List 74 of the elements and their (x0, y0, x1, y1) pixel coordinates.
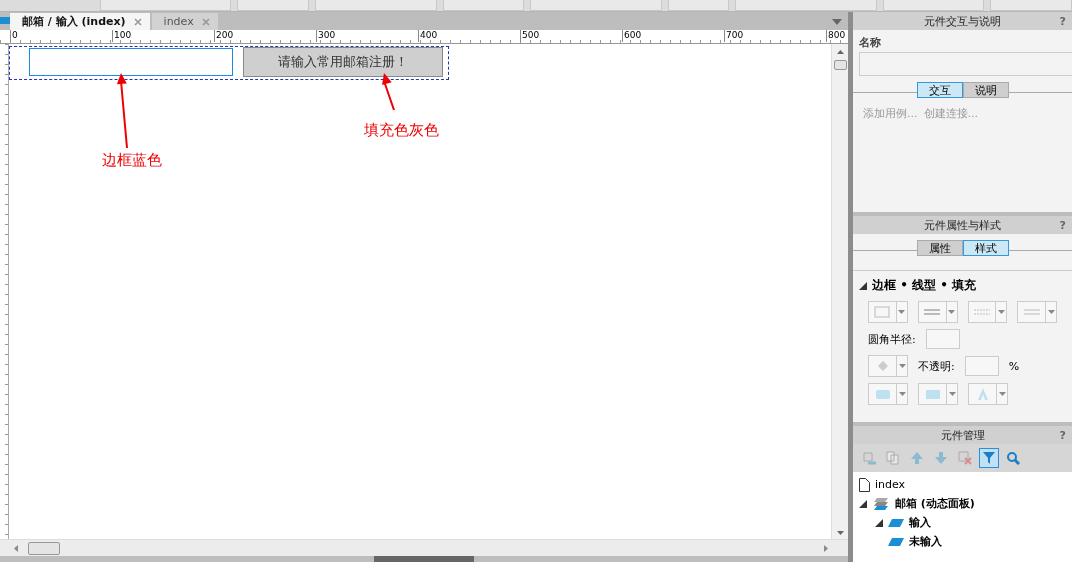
panel-tab[interactable]: 交互 (916, 82, 963, 98)
help-icon[interactable]: ? (1059, 15, 1066, 28)
dropdown[interactable] (868, 301, 908, 323)
filter-icon[interactable] (979, 448, 999, 468)
collapse-icon[interactable] (859, 499, 867, 508)
caret-icon[interactable] (832, 19, 842, 25)
page-icon (859, 477, 870, 492)
opacity-field[interactable] (964, 356, 999, 376)
caret-icon (898, 364, 906, 368)
caret-icon (1047, 310, 1055, 314)
panel-title: 元件管理 (940, 427, 985, 443)
name-field[interactable] (859, 52, 1072, 76)
arrow (382, 73, 395, 111)
dashed-line-icon (973, 307, 990, 317)
help-icon[interactable]: ? (1059, 219, 1066, 232)
caret-icon (898, 392, 906, 396)
dropdown[interactable] (868, 355, 908, 377)
document-tab[interactable]: index (151, 13, 218, 30)
resize-handle[interactable] (374, 556, 474, 562)
letter-a-icon (976, 388, 989, 400)
corner-radius-field[interactable] (925, 329, 960, 349)
dropdown[interactable] (967, 301, 1008, 323)
register-button[interactable]: 请输入常用邮箱注册！ (243, 47, 443, 77)
parallelogram-icon (888, 537, 904, 546)
border-icon (874, 306, 891, 318)
dropdown[interactable] (868, 383, 908, 405)
annotation-text: 边框蓝色 (102, 151, 162, 170)
section-title: 边框 • 线型 • 填充 (872, 277, 977, 294)
tree-item[interactable]: 未输入 (853, 532, 1072, 551)
horizontal-ruler: 0 100 200 300 400 500 600 700 800 (0, 30, 848, 44)
caret-icon (998, 392, 1006, 396)
percent-label: % (1008, 359, 1020, 373)
close-icon[interactable] (133, 17, 142, 26)
dropdown[interactable] (1017, 301, 1057, 323)
caret-icon (948, 392, 956, 396)
field-label: 圆角半径: (868, 331, 916, 347)
arrow-style-icon (1023, 307, 1040, 317)
caret-icon (898, 310, 906, 314)
collapse-icon[interactable] (875, 518, 883, 527)
rectangle-icon (924, 388, 941, 400)
panel-title: 元件属性与样式 (924, 217, 1001, 233)
scroll-up-icon[interactable] (836, 50, 844, 54)
panel-tab[interactable]: 说明 (962, 82, 1009, 98)
scroll-thumb[interactable] (28, 541, 60, 555)
tree-item[interactable]: index (853, 475, 1072, 494)
tree-item[interactable]: 邮箱 (动态面板) (853, 494, 1072, 513)
panel-title: 元件交互与说明 (924, 13, 1001, 29)
document-tab[interactable]: 邮箱 / 输入 (index) (10, 13, 150, 30)
panel-tab[interactable]: 属性 (916, 240, 963, 256)
help-icon[interactable]: ? (1059, 429, 1066, 442)
scroll-right-icon[interactable] (824, 544, 828, 552)
vertical-scrollbar[interactable] (831, 44, 848, 539)
scroll-thumb[interactable] (833, 60, 847, 70)
monitor-icon (0, 16, 10, 26)
caret-icon (997, 310, 1005, 314)
dropdown[interactable] (917, 301, 958, 323)
line-weight-icon (924, 307, 941, 317)
scroll-left-icon[interactable] (14, 544, 18, 552)
tree-item[interactable]: 输入 (853, 513, 1072, 532)
close-icon[interactable] (201, 17, 210, 26)
shadow-icon (874, 388, 891, 400)
input-field[interactable] (29, 48, 233, 76)
field-label: 不透明: (918, 358, 955, 374)
panel-tab[interactable]: 样式 (962, 240, 1009, 256)
annotation-text: 填充色灰色 (364, 121, 439, 140)
caret-icon (948, 310, 955, 314)
collapse-icon[interactable] (859, 281, 867, 290)
scroll-down-icon[interactable] (836, 531, 844, 535)
parallelogram-icon (888, 518, 904, 527)
field-label: 名称 (858, 35, 882, 51)
horizontal-scrollbar[interactable] (0, 539, 848, 556)
dropdown[interactable] (968, 383, 1008, 405)
dropdown[interactable] (918, 383, 958, 405)
layers-icon (872, 496, 890, 511)
